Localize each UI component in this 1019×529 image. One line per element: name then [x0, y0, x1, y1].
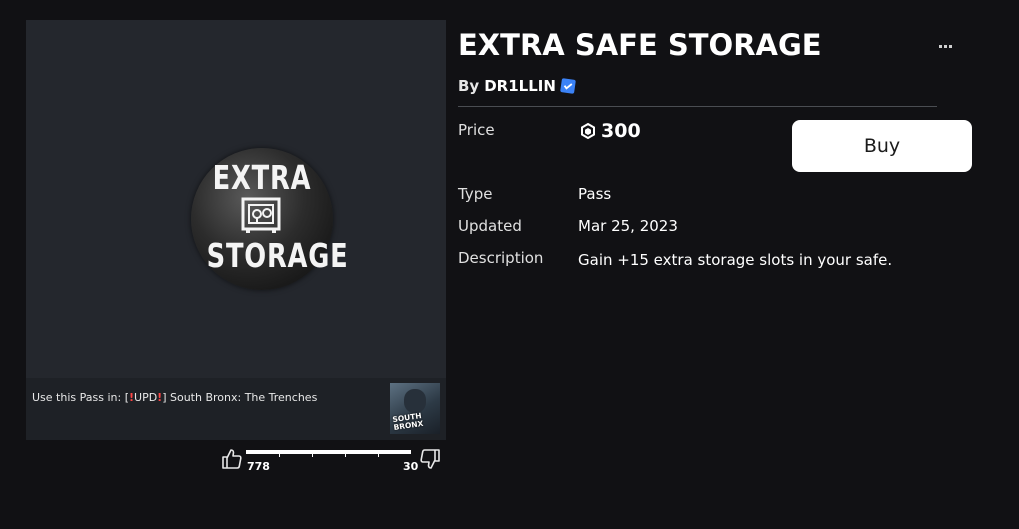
type-value: Pass: [578, 185, 612, 203]
vote-ratio-bar: [246, 450, 411, 457]
use-pass-prefix: Use this Pass in:: [32, 391, 125, 404]
creator-byline: By DR1LLIN: [458, 77, 576, 95]
thumbs-up-icon[interactable]: [220, 447, 244, 471]
buy-button[interactable]: Buy: [792, 120, 972, 172]
upvote-count: 778: [247, 460, 270, 473]
game-thumbnail[interactable]: SOUTH BRONX: [390, 383, 440, 434]
use-pass-in-bar[interactable]: Use this Pass in: [!UPD!] South Bronx: T…: [26, 378, 446, 440]
vote-bar-tick: [279, 454, 280, 457]
game-name-title: ] South Bronx: The Trenches: [162, 391, 318, 404]
header-divider: [458, 106, 937, 107]
item-title: EXTRA SAFE STORAGE: [458, 28, 822, 62]
safe-icon: [241, 197, 281, 233]
by-prefix: By: [458, 77, 480, 95]
downvote-count: 30: [403, 460, 419, 473]
price-value: 300: [580, 120, 641, 142]
vote-bar-tick: [312, 454, 313, 457]
more-options-icon[interactable]: [931, 36, 959, 56]
item-thumbnail-card: EXTRA STORAGE Use this Pass in: [!UPD!] …: [26, 20, 446, 440]
item-thumbnail-image: EXTRA STORAGE: [191, 148, 349, 290]
verified-badge-icon: [560, 78, 576, 94]
vote-bar-tick: [345, 454, 346, 457]
creator-name-link[interactable]: DR1LLIN: [484, 77, 556, 95]
vote-section: 778 30: [220, 445, 450, 480]
description-value: Gain +15 extra storage slots in your saf…: [578, 251, 893, 269]
description-label: Description: [458, 249, 544, 267]
robux-icon: [581, 123, 595, 139]
updated-value: Mar 25, 2023: [578, 217, 678, 235]
game-thumbnail-label-line-2: BRONX: [393, 418, 424, 433]
badge-text-top: EXTRA: [212, 158, 312, 197]
badge-text-bottom: STORAGE: [206, 236, 349, 275]
game-thumbnail-label: SOUTH BRONX: [392, 411, 424, 433]
vote-bar-tick: [378, 454, 379, 457]
updated-label: Updated: [458, 217, 522, 235]
use-pass-in-text[interactable]: Use this Pass in: [!UPD!] South Bronx: T…: [32, 391, 317, 404]
price-amount: 300: [601, 120, 641, 142]
game-name-tag: UPD: [134, 391, 158, 404]
thumbs-down-icon[interactable]: [418, 447, 442, 471]
type-label: Type: [458, 185, 493, 203]
game-thumbnail-figure: [404, 389, 426, 413]
price-label: Price: [458, 121, 495, 139]
